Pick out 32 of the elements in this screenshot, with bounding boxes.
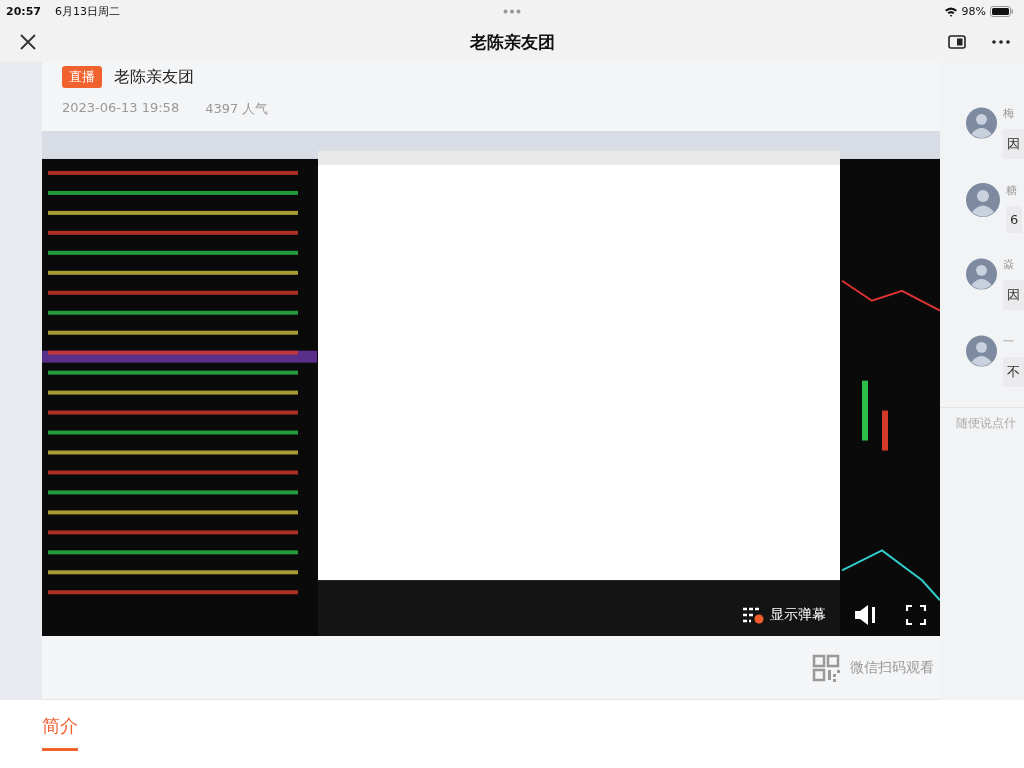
avatar-icon [966, 183, 1000, 217]
qr-hint: 微信扫码观看 [850, 658, 934, 677]
chat-message: 因 [1003, 129, 1024, 159]
wifi-icon [943, 5, 958, 17]
fullscreen-icon[interactable] [906, 605, 926, 626]
live-title: 老陈亲友团 [114, 66, 194, 88]
live-badge: 直播 [62, 66, 102, 88]
status-date: 6月13日周二 [55, 3, 120, 19]
avatar-icon [966, 334, 997, 368]
user-name: 梅 [1003, 106, 1014, 121]
avatar-icon [966, 106, 997, 140]
danmaku-toggle[interactable]: 显示弹幕 [742, 606, 826, 625]
chat-message: 6 [1006, 206, 1023, 233]
live-date: 2023-06-13 19:58 [62, 100, 180, 117]
page-title: 老陈亲友团 [469, 30, 555, 54]
picture-in-picture-icon[interactable] [948, 35, 966, 49]
avatar-icon [966, 257, 997, 291]
more-dots-icon [503, 9, 521, 14]
battery-icon [990, 5, 1014, 17]
battery-percent: 98% [961, 4, 986, 18]
more-icon[interactable] [992, 40, 1010, 44]
status-time: 20:57 [6, 4, 41, 18]
volume-icon[interactable] [854, 604, 878, 627]
danmaku-icon [742, 606, 764, 625]
popularity-count: 4397 人气 [205, 100, 269, 118]
user-name: 焱 [1003, 257, 1014, 272]
close-button[interactable] [20, 34, 36, 50]
chat-message: 不 [1003, 357, 1024, 387]
user-name: 一 [1003, 334, 1014, 349]
chat-message: 因 [1003, 280, 1024, 310]
qr-code-icon[interactable] [812, 653, 840, 682]
user-name: 糖 [1006, 183, 1017, 198]
